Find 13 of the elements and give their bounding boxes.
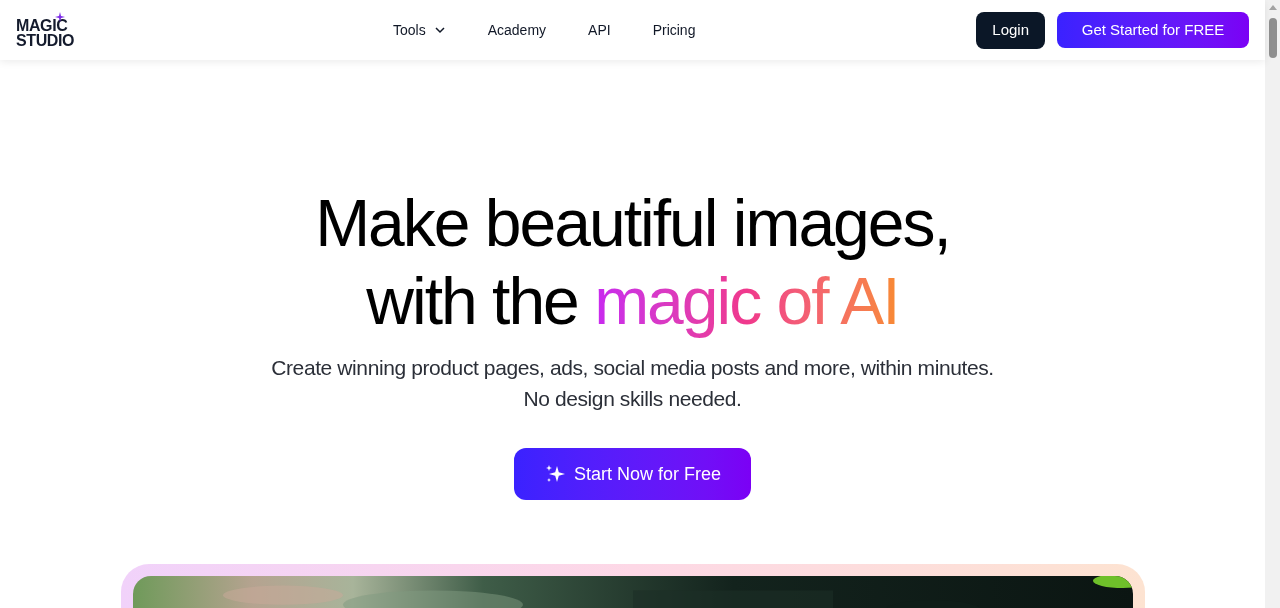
nav-link[interactable]: Pricing [652, 19, 696, 41]
chevron-down-icon [433, 24, 446, 36]
login-button[interactable]: Login [976, 11, 1045, 49]
hero-subtitle: Create winning product pages, ads, social media posts and more, within minutes. No design skills needed. [271, 355, 994, 412]
scroll-thumb[interactable] [1268, 18, 1277, 58]
nav-link[interactable]: Academy [487, 19, 547, 41]
logo[interactable]: MAGIC STUDIO [16, 12, 76, 48]
scroll-up-icon[interactable] [1268, 4, 1277, 10]
hero-title: Make beautiful images, with the magic of AI [315, 185, 950, 340]
nav-link[interactable]: Tools [393, 19, 446, 41]
get-started-button[interactable]: Get Started for FREE [1057, 12, 1249, 48]
nav-link[interactable]: API [588, 19, 611, 41]
start-now-button[interactable]: Start Now for Free [513, 448, 751, 500]
